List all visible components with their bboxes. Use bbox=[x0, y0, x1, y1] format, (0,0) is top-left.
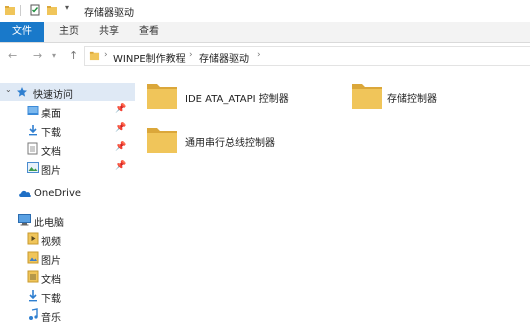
sidebar-label: 视频 bbox=[41, 237, 61, 248]
customize-toolbar-icon[interactable]: ▾ bbox=[65, 3, 69, 12]
tab-share[interactable]: 共享 bbox=[92, 22, 126, 42]
sidebar-item-this-pc[interactable]: 此电脑 bbox=[0, 211, 135, 229]
tab-view[interactable]: 查看 bbox=[132, 22, 166, 42]
sidebar-item-pictures[interactable]: 图片 📌 bbox=[0, 159, 135, 177]
sidebar-item-videos[interactable]: 视频 bbox=[0, 230, 135, 248]
star-icon bbox=[17, 87, 27, 97]
file-list: IDE ATA_ATAPI 控制器 存储控制器 通用串行总线控制器 bbox=[135, 72, 530, 329]
music-icon bbox=[29, 308, 38, 320]
sidebar-item-onedrive[interactable]: OneDrive bbox=[0, 185, 135, 203]
folder-item[interactable]: IDE ATA_ATAPI 控制器 bbox=[145, 78, 325, 116]
breadcrumb-winpe[interactable]: WINPE制作教程 bbox=[113, 50, 186, 65]
folder-name: IDE ATA_ATAPI 控制器 bbox=[185, 94, 289, 105]
sidebar-label: 快速访问 bbox=[33, 90, 73, 101]
folder-item[interactable]: 通用串行总线控制器 bbox=[145, 122, 325, 160]
cloud-icon bbox=[19, 190, 31, 197]
window-title: 存储器驱动 bbox=[84, 8, 134, 19]
sidebar-item-quick-access[interactable]: ⌄ 快速访问 bbox=[0, 83, 135, 101]
download-icon bbox=[29, 290, 37, 302]
sidebar-item-downloads[interactable]: 下载 📌 bbox=[0, 121, 135, 139]
desktop-icon bbox=[27, 106, 39, 115]
picture-icon bbox=[27, 162, 39, 173]
breadcrumb-separator[interactable]: › bbox=[189, 50, 193, 60]
sidebar-label: OneDrive bbox=[34, 188, 82, 199]
folder-icon bbox=[5, 6, 15, 15]
recent-locations-icon[interactable]: ▾ bbox=[52, 51, 56, 60]
sidebar-label: 图片 bbox=[41, 166, 61, 177]
new-folder-icon[interactable] bbox=[46, 4, 58, 16]
download-icon bbox=[29, 125, 37, 136]
breadcrumb-separator[interactable]: › bbox=[104, 50, 108, 60]
sidebar-item-desktop[interactable]: 桌面 📌 bbox=[0, 102, 135, 120]
sidebar-item-pictures-pc[interactable]: 图片 bbox=[0, 249, 135, 267]
sidebar-label: 下载 bbox=[41, 294, 61, 305]
sidebar-label: 此电脑 bbox=[34, 218, 64, 229]
sidebar-label: 桌面 bbox=[41, 109, 61, 120]
collapse-icon[interactable]: ⌄ bbox=[5, 85, 12, 94]
pin-icon[interactable]: 📌 bbox=[115, 104, 126, 114]
back-arrow-icon[interactable]: ← bbox=[8, 49, 17, 62]
breadcrumb-storage-drivers[interactable]: 存储器驱动 bbox=[199, 50, 249, 65]
pin-icon[interactable]: 📌 bbox=[115, 161, 126, 171]
up-arrow-icon[interactable]: ↑ bbox=[69, 49, 78, 62]
folder-name: 存储控制器 bbox=[387, 94, 437, 105]
folder-icon bbox=[352, 84, 382, 109]
folder-icon bbox=[147, 128, 177, 153]
tab-home[interactable]: 主页 bbox=[52, 22, 86, 42]
pin-icon[interactable]: 📌 bbox=[115, 123, 126, 133]
sidebar-label: 音乐 bbox=[41, 313, 61, 324]
pin-icon[interactable]: 📌 bbox=[115, 142, 126, 152]
sidebar-label: 下载 bbox=[41, 128, 61, 139]
folder-icon bbox=[89, 51, 100, 61]
sidebar-label: 文档 bbox=[41, 275, 61, 286]
title-bar: ▾ 存储器驱动 bbox=[0, 0, 530, 22]
navigation-pane: ⌄ 快速访问 桌面 📌 下载 📌 文档 📌 图片 📌 OneDrive 此电脑 … bbox=[0, 72, 135, 329]
address-bar-row: ← → ▾ ↑ › WINPE制作教程 › 存储器驱动 › bbox=[0, 43, 530, 67]
document-icon bbox=[27, 142, 38, 155]
sidebar-item-documents-pc[interactable]: 文档 bbox=[0, 268, 135, 286]
folder-icon bbox=[147, 84, 177, 109]
folder-name: 通用串行总线控制器 bbox=[185, 138, 275, 149]
folder-item[interactable]: 存储控制器 bbox=[350, 78, 500, 116]
sidebar-label: 文档 bbox=[41, 147, 61, 158]
properties-icon[interactable] bbox=[29, 4, 41, 16]
video-icon bbox=[27, 232, 39, 245]
document-folder-icon bbox=[27, 270, 39, 283]
computer-icon bbox=[18, 214, 31, 226]
breadcrumb-separator[interactable]: › bbox=[257, 50, 261, 60]
ribbon-tabs: 文件 主页 共享 查看 bbox=[0, 22, 530, 43]
tab-file[interactable]: 文件 bbox=[0, 22, 44, 42]
sidebar-item-documents[interactable]: 文档 📌 bbox=[0, 140, 135, 158]
sidebar-label: 图片 bbox=[41, 256, 61, 267]
sidebar-item-downloads-pc[interactable]: 下载 bbox=[0, 287, 135, 305]
sidebar-item-music[interactable]: 音乐 bbox=[0, 306, 135, 324]
address-field[interactable]: › WINPE制作教程 › 存储器驱动 › bbox=[84, 46, 530, 66]
picture-folder-icon bbox=[27, 251, 39, 264]
forward-arrow-icon[interactable]: → bbox=[33, 49, 42, 62]
